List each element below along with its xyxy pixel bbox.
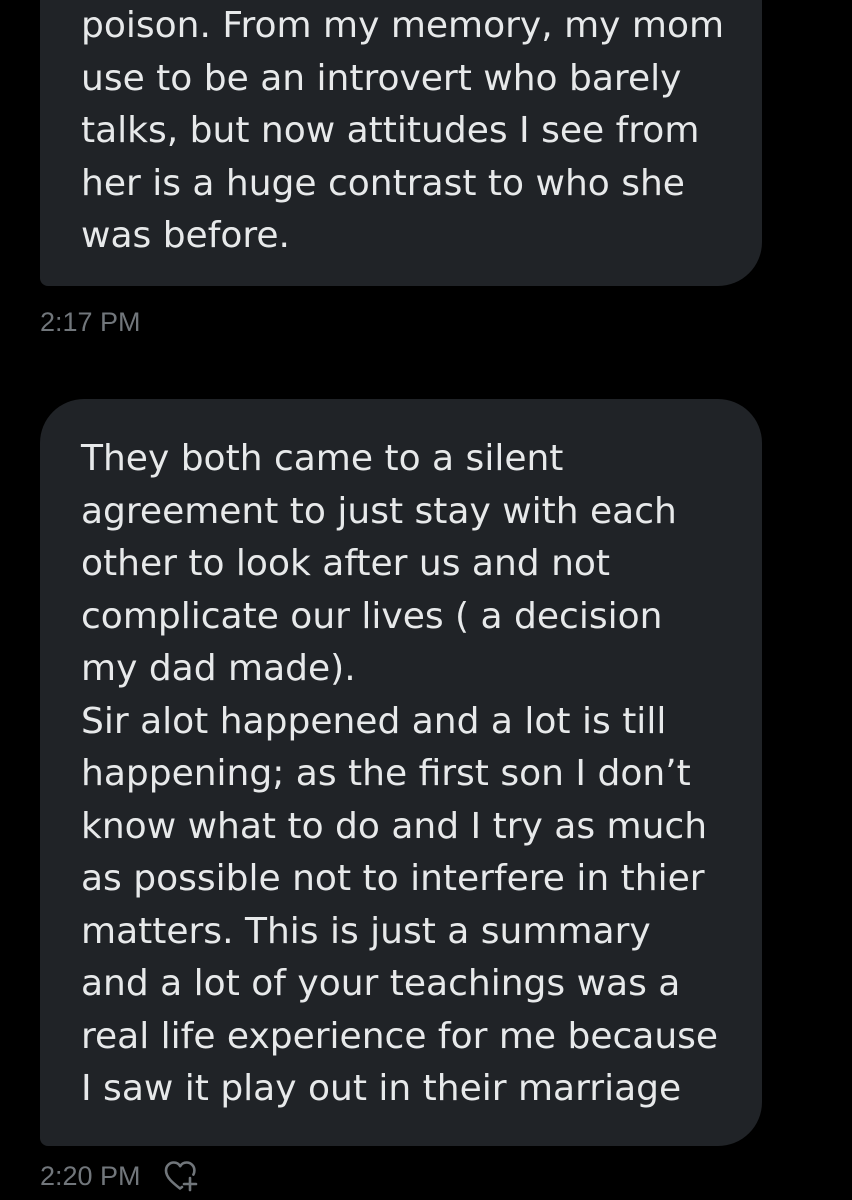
message-text-line: agreement to just stay with each [81,490,677,532]
message-text-line: They both came to a silent [81,438,564,479]
message-text-line: was before. [81,215,291,256]
message-text-line: know what to do and I try as much [81,805,708,847]
message-text-line: talks, but now attitudes I see from [81,110,700,151]
message-text-line: I saw it play out in their marriage [81,1068,682,1109]
message-text-line: happening; as the first son I don’t [81,753,691,794]
chat-thread: poison. From my memory, my mom use to be… [0,0,852,1200]
message-text-line: matters. This is just a summary [81,910,651,952]
message-bubble[interactable]: They both came to a silent agreement to … [40,399,762,1146]
message-meta-row: 2:20 PM [40,1159,199,1193]
message-text-line: poison. From my memory, my mom [81,5,725,46]
message-text-line: use to be an introvert who barely [81,57,682,99]
heart-add-icon[interactable] [163,1159,199,1193]
message-text-line: and a lot of your teachings was a [81,963,681,1004]
message-text-line: her is a huge contrast to who she [81,162,685,204]
message-text-line: Sir alot happened and a lot is till [81,700,667,742]
message-text-line: my dad made). [81,648,356,689]
message-text-line: as possible not to interfere in thier [81,858,705,899]
message-timestamp: 2:20 PM [40,1161,141,1191]
message-timestamp: 2:17 PM [40,307,141,337]
message-text-line: other to look after us and not [81,543,611,584]
message-bubble[interactable]: poison. From my memory, my mom use to be… [40,0,762,286]
message-text-line: complicate our lives ( a decision [81,595,663,637]
message-text-line: real life experience for me because [81,1015,719,1057]
